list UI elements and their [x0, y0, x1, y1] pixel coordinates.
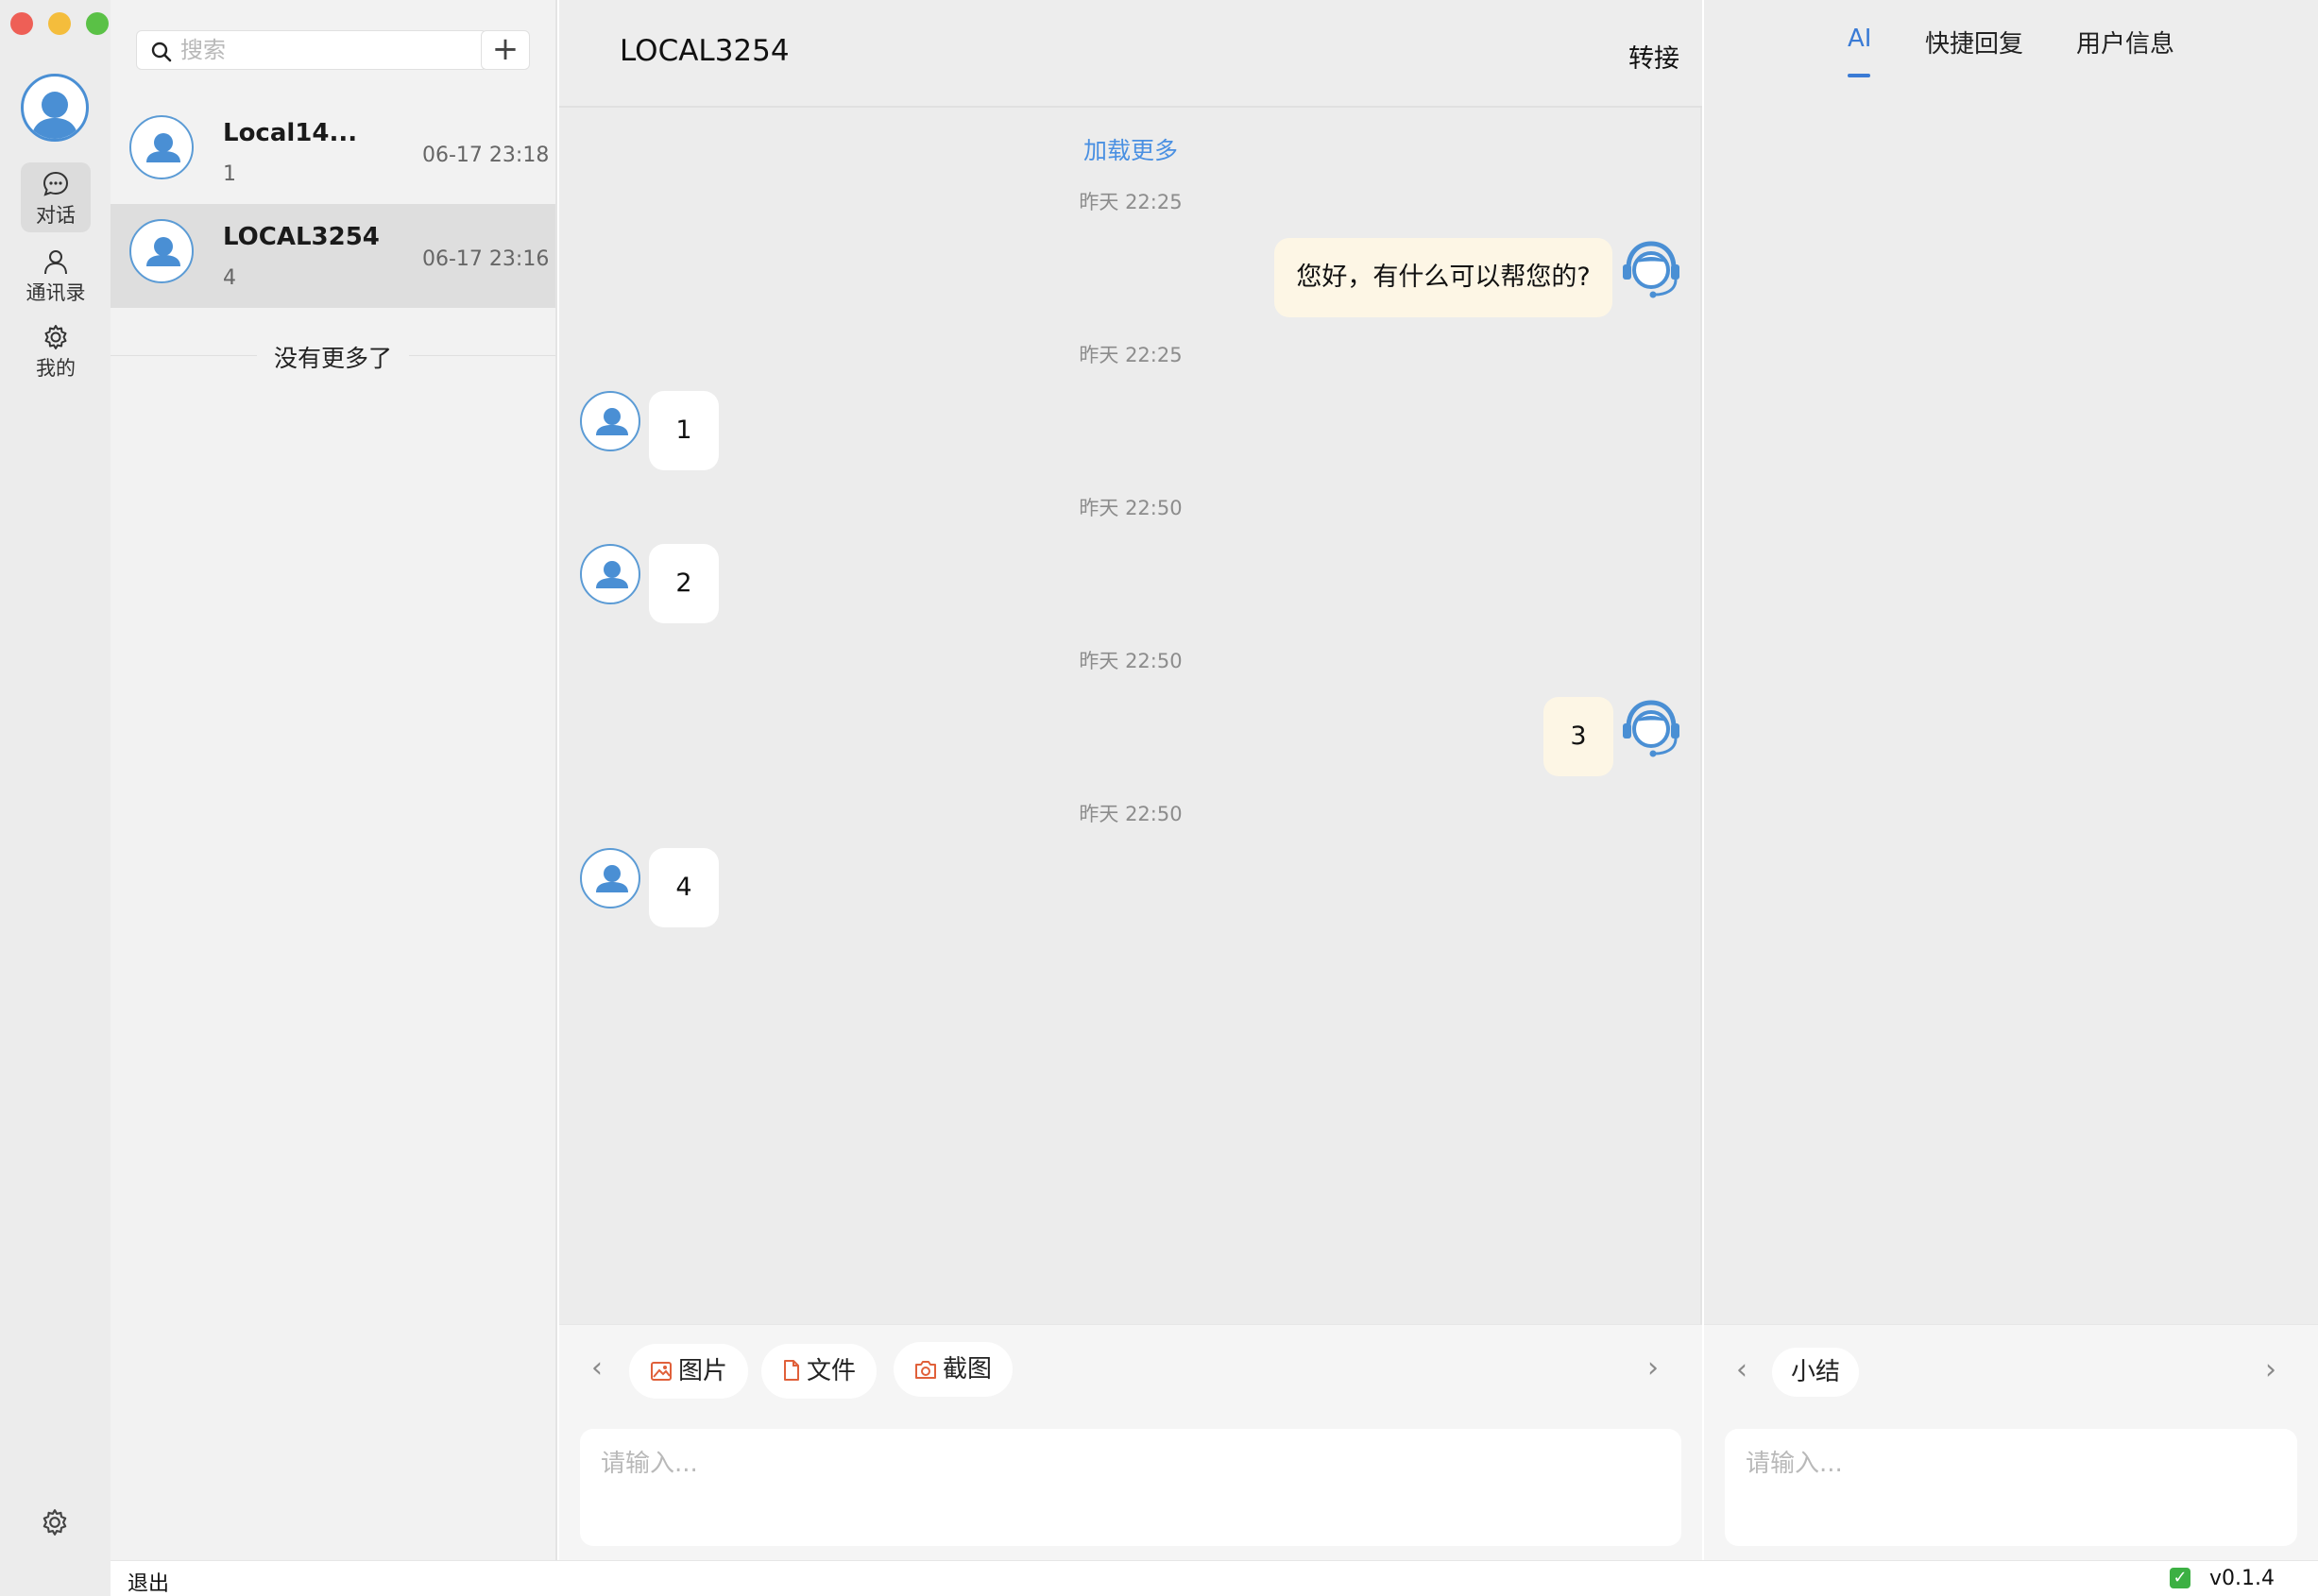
chips-next-arrow[interactable]: › [2265, 1353, 2276, 1386]
tab-ai[interactable]: AI [1848, 25, 1871, 53]
customer-avatar [580, 848, 640, 908]
conversation-time: 06-17 23:18 [422, 144, 550, 167]
user-silhouette-icon [596, 865, 628, 892]
file-tool-button[interactable]: 文件 [761, 1344, 878, 1399]
contact-avatar [129, 219, 194, 283]
nav-mine[interactable]: 我的 [21, 315, 91, 385]
image-tool-label: 图片 [678, 1357, 728, 1385]
conversation-last-message: 4 [223, 266, 236, 290]
nav-contacts[interactable]: 通讯录 [21, 240, 91, 310]
message-bubble-customer: 1 [649, 391, 719, 470]
customer-avatar [580, 544, 640, 604]
message-timestamp: 昨天 22:50 [1079, 803, 1183, 825]
chat-panel: LOCAL3254 转接 加载更多 昨天 22:25 您好，有什么可以帮您的? … [559, 0, 1702, 1560]
message-bubble-agent: 您好，有什么可以帮您的? [1274, 238, 1612, 317]
agent-headset-icon [1623, 241, 1679, 298]
message-timestamp: 昨天 22:50 [1079, 497, 1183, 519]
nav-chat-label: 对话 [36, 204, 76, 227]
conversation-item[interactable]: LOCAL3254 4 06-17 23:16 [111, 204, 555, 308]
summary-chip[interactable]: 小结 [1772, 1348, 1860, 1397]
transfer-button[interactable]: 转接 [1628, 38, 1679, 75]
nav-chat[interactable]: 对话 [21, 162, 91, 232]
message-timestamp: 昨天 22:25 [1079, 191, 1183, 213]
chips-prev-arrow[interactable]: ‹ [1736, 1353, 1747, 1386]
tools-next-arrow[interactable]: › [1647, 1351, 1659, 1384]
screenshot-tool-button[interactable]: 截图 [894, 1342, 1014, 1397]
nav-rail: 对话 通讯录 我的 [0, 0, 111, 1596]
logout-button[interactable]: 退出 [128, 1567, 169, 1596]
image-tool-button[interactable]: 图片 [629, 1344, 749, 1399]
chat-title: LOCAL3254 [620, 34, 790, 68]
agent-headset-icon [1623, 700, 1679, 757]
conversation-name: Local14... [223, 119, 358, 147]
screenshot-tool-label: 截图 [943, 1355, 993, 1384]
message-timestamp: 昨天 22:25 [1079, 344, 1183, 366]
contact-icon [44, 250, 67, 275]
nav-contacts-label: 通讯录 [26, 281, 86, 304]
user-silhouette-icon [596, 561, 628, 588]
conversation-time: 06-17 23:16 [422, 247, 550, 271]
user-silhouette-icon [146, 133, 180, 162]
search-placeholder: 搜索 [180, 37, 226, 63]
file-tool-label: 文件 [807, 1357, 857, 1385]
version-label: v0.1.4 [2209, 1567, 2275, 1590]
no-more-text: 没有更多了 [256, 345, 409, 372]
conversation-item[interactable]: Local14... 1 06-17 23:18 [111, 100, 555, 204]
no-more-indicator: 没有更多了 [111, 340, 555, 374]
conversation-last-message: 1 [223, 162, 236, 186]
user-silhouette-icon [31, 92, 78, 139]
message-bubble-agent: 3 [1543, 697, 1613, 776]
window-maximize-button[interactable] [86, 12, 109, 35]
settings-gear-icon[interactable] [40, 1507, 70, 1537]
side-compose-area: ‹ 小结 › 请输入... [1704, 1324, 2318, 1560]
ai-input[interactable]: 请输入... [1725, 1429, 2297, 1546]
add-button[interactable]: + [481, 30, 530, 70]
window-close-button[interactable] [10, 12, 33, 35]
tab-quick-reply[interactable]: 快捷回复 [1925, 25, 2023, 59]
my-avatar[interactable] [21, 74, 89, 142]
camera-icon [915, 1361, 936, 1379]
app-window: 对话 通讯录 我的 搜索 + Local14... 1 06-17 23:18 … [0, 0, 2318, 1596]
file-icon [784, 1360, 799, 1381]
user-silhouette-icon [596, 408, 628, 435]
user-silhouette-icon [146, 237, 180, 266]
image-icon [651, 1362, 672, 1381]
search-input[interactable]: 搜索 [136, 30, 487, 70]
conversation-list-panel: 搜索 + Local14... 1 06-17 23:18 LOCAL3254 [111, 0, 557, 1560]
load-more-link[interactable]: 加载更多 [559, 132, 1702, 166]
message-input[interactable]: 请输入... [580, 1429, 1681, 1546]
customer-avatar [580, 391, 640, 451]
chat-compose-area: ‹ 图片 文件 截图 › 请输入... [559, 1324, 1702, 1560]
window-minimize-button[interactable] [48, 12, 71, 35]
status-bar: 退出 ✓ v0.1.4 [111, 1560, 2318, 1596]
message-bubble-customer: 2 [649, 544, 719, 623]
side-panel: AI 快捷回复 用户信息 ‹ 小结 › 请输入... [1704, 0, 2318, 1560]
message-timestamp: 昨天 22:50 [1079, 650, 1183, 672]
gear-icon [44, 325, 67, 349]
chat-bubble-icon [43, 171, 69, 196]
tab-user-info[interactable]: 用户信息 [2076, 25, 2174, 59]
chat-header: LOCAL3254 转接 [559, 0, 1702, 108]
conversation-name: LOCAL3254 [223, 223, 380, 251]
tools-prev-arrow[interactable]: ‹ [591, 1351, 603, 1384]
contact-avatar [129, 115, 194, 179]
check-icon: ✓ [2170, 1568, 2190, 1588]
active-tab-indicator [1848, 74, 1870, 77]
nav-mine-label: 我的 [36, 357, 76, 380]
search-icon [151, 42, 172, 62]
message-bubble-customer: 4 [649, 848, 719, 927]
